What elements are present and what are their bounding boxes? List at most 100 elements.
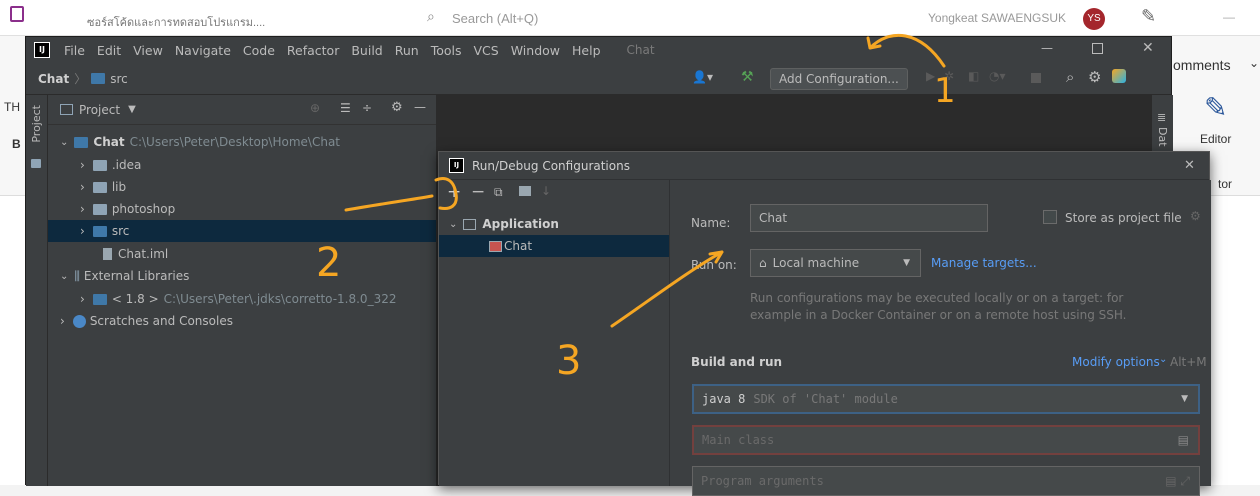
tree-item-scratches[interactable]: › Scratches and Consoles bbox=[48, 310, 436, 332]
sdk-value: java 8 bbox=[702, 392, 746, 406]
chevron-right-icon[interactable]: › bbox=[80, 180, 85, 194]
gear-icon[interactable]: ⚙ bbox=[1190, 209, 1201, 223]
menu-run[interactable]: Run bbox=[389, 43, 425, 58]
minimize-icon[interactable]: — bbox=[1223, 10, 1235, 24]
manage-targets-link[interactable]: Manage targets... bbox=[931, 256, 1037, 270]
save-icon[interactable] bbox=[10, 6, 24, 22]
search-icon[interactable]: ⌕ bbox=[1066, 68, 1074, 86]
menu-vcs[interactable]: VCS bbox=[468, 43, 505, 58]
chevron-down-icon[interactable]: ⌄ bbox=[1159, 354, 1167, 365]
project-panel-header: Project ▼ ⊕ ☰ ÷ ⚙ — bbox=[48, 95, 436, 125]
menu-window[interactable]: Window bbox=[505, 43, 566, 58]
breadcrumb-src[interactable]: src bbox=[110, 72, 128, 86]
chevron-down-icon[interactable]: ▼ bbox=[903, 258, 910, 268]
target-icon[interactable]: ⊕ bbox=[310, 101, 320, 115]
maximize-icon[interactable] bbox=[1092, 43, 1103, 54]
debug-icon[interactable]: ✲ bbox=[944, 69, 954, 83]
tree-item-application[interactable]: ⌄ Application bbox=[439, 213, 669, 235]
copy-icon[interactable]: ⧉ bbox=[494, 185, 503, 200]
menu-file[interactable]: File bbox=[58, 43, 91, 58]
run-icon[interactable]: ▶ bbox=[926, 69, 935, 83]
close-icon[interactable]: ✕ bbox=[1142, 40, 1154, 56]
chevron-down-icon[interactable]: ⌄ bbox=[449, 219, 457, 230]
coverage-icon[interactable]: ◧ bbox=[968, 69, 979, 83]
hide-icon[interactable]: — bbox=[414, 100, 426, 114]
tree-item-lib[interactable]: › lib bbox=[48, 176, 436, 198]
avatar[interactable]: YS bbox=[1083, 8, 1105, 30]
breadcrumb-project[interactable]: Chat bbox=[38, 72, 69, 86]
profile-icon[interactable]: ◔▾ bbox=[989, 69, 1006, 83]
modify-shortcut: Alt+M bbox=[1170, 355, 1207, 369]
tree-item-src[interactable]: › src bbox=[48, 220, 436, 242]
tree-item-chat-root[interactable]: ⌄ Chat C:\Users\Peter\Desktop\Home\Chat bbox=[48, 131, 436, 153]
menu-navigate[interactable]: Navigate bbox=[169, 43, 237, 58]
stop-icon[interactable] bbox=[1031, 73, 1041, 83]
editor-icon[interactable]: ✎ bbox=[1204, 91, 1227, 124]
menu-refactor[interactable]: Refactor bbox=[281, 43, 345, 58]
chevron-down-icon[interactable]: ⌄ bbox=[60, 137, 68, 148]
expand-icon[interactable]: ▤ ⤢ bbox=[1165, 474, 1190, 489]
sdk-hint: SDK of 'Chat' module bbox=[753, 392, 898, 406]
chevron-down-icon[interactable]: ⌄ bbox=[1249, 56, 1259, 70]
database-icon[interactable]: ≣ bbox=[1157, 111, 1166, 124]
gear-icon[interactable]: ⚙ bbox=[391, 100, 403, 115]
run-on-select[interactable]: ⌂ Local machine ▼ bbox=[750, 249, 921, 277]
menu-help[interactable]: Help bbox=[566, 43, 607, 58]
move-to-folder-icon[interactable] bbox=[519, 186, 531, 196]
chevron-right-icon[interactable]: › bbox=[80, 224, 85, 238]
main-class-input[interactable]: Main class ▤ bbox=[692, 425, 1200, 455]
tree-item-label: Application bbox=[482, 217, 559, 231]
minimize-icon[interactable]: — bbox=[1041, 41, 1053, 55]
modify-options-link[interactable]: Modify options bbox=[1072, 355, 1160, 369]
name-field[interactable]: Chat bbox=[750, 204, 988, 232]
project-tool-tab[interactable]: Project bbox=[30, 105, 43, 143]
chevron-right-icon[interactable]: › bbox=[80, 158, 85, 172]
tree-item-chat-iml[interactable]: Chat.iml bbox=[48, 243, 436, 265]
document-title: ซอร์สโค้ดและการทดสอบโปรแกรม.... bbox=[87, 17, 266, 29]
tree-item-photoshop[interactable]: › photoshop bbox=[48, 198, 436, 220]
program-arguments-input[interactable]: Program arguments ▤ ⤢ bbox=[692, 466, 1200, 496]
tree-item-chat-config[interactable]: Chat bbox=[439, 235, 669, 257]
comments-button[interactable]: omments bbox=[1173, 57, 1231, 73]
menu-build[interactable]: Build bbox=[345, 43, 388, 58]
browse-icon[interactable]: ▤ bbox=[1178, 433, 1189, 447]
store-checkbox[interactable] bbox=[1043, 210, 1057, 224]
database-tool-tab[interactable]: Dat bbox=[1156, 127, 1169, 147]
chevron-down-icon[interactable]: ▼ bbox=[128, 104, 136, 115]
pen-icon[interactable]: ✎ bbox=[1141, 6, 1156, 27]
gear-icon[interactable]: ⚙ bbox=[1088, 68, 1101, 86]
build-hammer-icon[interactable]: ⚒ bbox=[741, 69, 754, 85]
chevron-down-icon[interactable]: ⌄ bbox=[60, 271, 68, 282]
chevron-right-icon[interactable]: › bbox=[80, 202, 85, 216]
menu-edit[interactable]: Edit bbox=[91, 43, 127, 58]
menu-view[interactable]: View bbox=[127, 43, 169, 58]
chevron-right-icon[interactable]: › bbox=[80, 292, 85, 306]
tree-item-jdk[interactable]: › < 1.8 > C:\Users\Peter\.jdks\corretto-… bbox=[48, 288, 436, 310]
tree-item-label: Chat bbox=[504, 239, 533, 253]
sort-icon[interactable]: ↓ bbox=[541, 184, 551, 198]
tree-item-idea[interactable]: › .idea bbox=[48, 154, 436, 176]
menu-code[interactable]: Code bbox=[237, 43, 281, 58]
remove-icon[interactable]: − bbox=[471, 182, 485, 202]
folder-icon bbox=[91, 73, 106, 84]
collapse-all-icon[interactable]: ÷ bbox=[362, 101, 372, 115]
tree-item-label: .idea bbox=[111, 158, 142, 172]
add-icon[interactable]: + bbox=[447, 182, 461, 202]
jdk-icon bbox=[92, 293, 107, 305]
close-icon[interactable]: ✕ bbox=[1184, 158, 1195, 173]
user-icon[interactable]: 👤▾ bbox=[692, 70, 713, 84]
expand-all-icon[interactable]: ☰ bbox=[340, 101, 351, 115]
chevron-right-icon[interactable]: › bbox=[60, 314, 65, 328]
tree-item-external-libraries[interactable]: ⌄ ⫼ External Libraries bbox=[48, 265, 436, 287]
menu-tools[interactable]: Tools bbox=[425, 43, 468, 58]
project-view-dropdown[interactable]: Project bbox=[79, 103, 120, 117]
add-configuration-button[interactable]: Add Configuration... bbox=[770, 68, 908, 90]
tree-item-label: External Libraries bbox=[83, 269, 190, 283]
sdk-select[interactable]: java 8 SDK of 'Chat' module ▼ bbox=[692, 384, 1200, 414]
tree-item-label: photoshop bbox=[111, 202, 176, 216]
chevron-down-icon[interactable]: ▼ bbox=[1181, 394, 1188, 404]
search-input[interactable]: Search (Alt+Q) bbox=[452, 11, 538, 26]
editor-button[interactable]: Editor bbox=[1200, 132, 1231, 146]
plugin-icon[interactable] bbox=[1112, 69, 1126, 83]
search-icon: ⌕ bbox=[427, 8, 435, 24]
